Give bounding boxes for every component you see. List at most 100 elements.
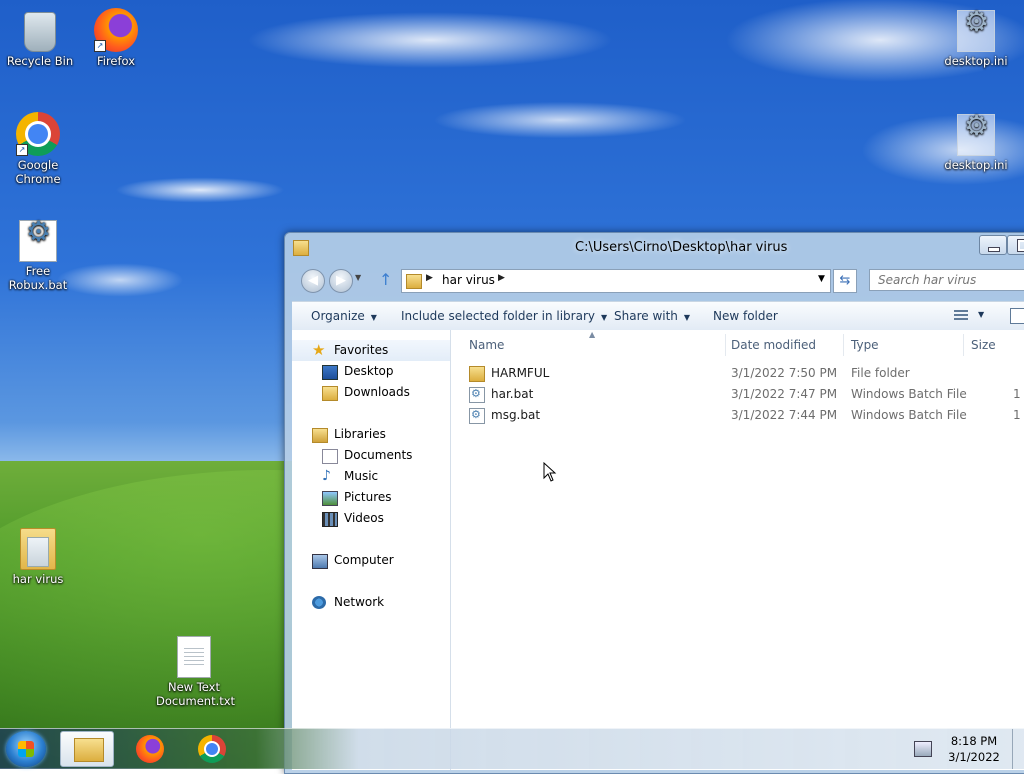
- desktop-icon-new-text-document[interactable]: New Text Document.txt: [156, 636, 235, 708]
- taskbar-explorer-button[interactable]: [60, 731, 114, 767]
- chevron-down-icon[interactable]: ▼: [978, 310, 984, 319]
- explorer-window[interactable]: C:\Users\Cirno\Desktop\har virus ◀ ▶ ▼ ↑…: [284, 232, 1024, 774]
- nav-item-libraries[interactable]: Libraries: [292, 424, 450, 445]
- text-file-icon: [177, 636, 211, 678]
- network-tray-icon[interactable]: [914, 741, 932, 757]
- desktop-icon-free-robux-bat[interactable]: Free Robux.bat: [0, 220, 76, 292]
- nav-item-desktop[interactable]: Desktop: [292, 361, 450, 382]
- back-button[interactable]: ◀: [301, 269, 325, 293]
- address-bar[interactable]: ▶ har virus ▶ ▼: [401, 269, 831, 293]
- taskbar-chrome-button[interactable]: [186, 731, 240, 767]
- file-row-har-bat[interactable]: har.bat 3/1/2022 7:47 PM Windows Batch F…: [469, 384, 1024, 404]
- nav-item-favorites[interactable]: ★ Favorites: [292, 340, 450, 361]
- taskbar-firefox-button[interactable]: [124, 731, 178, 767]
- music-icon: ♪: [322, 468, 331, 484]
- nav-item-computer[interactable]: Computer: [292, 550, 450, 571]
- chevron-down-icon: ▼: [370, 313, 377, 322]
- desktop-icon-recycle-bin[interactable]: Recycle Bin: [2, 8, 78, 68]
- show-desktop-button[interactable]: [1012, 729, 1024, 769]
- file-type: Windows Batch File: [851, 408, 967, 422]
- desktop-icon-label: desktop.ini: [944, 158, 1008, 172]
- chrome-icon: ↗: [16, 112, 60, 156]
- shortcut-arrow-icon: ↗: [94, 40, 106, 52]
- window-title: C:\Users\Cirno\Desktop\har virus: [575, 240, 788, 255]
- clock-time: 8:18 PM: [950, 734, 998, 748]
- nav-label: Videos: [344, 511, 384, 525]
- organize-button[interactable]: Organize ▼: [311, 309, 377, 323]
- column-header-date-modified[interactable]: Date modified: [731, 338, 816, 352]
- nav-item-videos[interactable]: Videos: [292, 508, 450, 529]
- nav-item-music[interactable]: ♪ Music: [292, 466, 450, 487]
- share-with-button[interactable]: Share with ▼: [614, 309, 690, 323]
- desktop-icon-label: Google Chrome: [15, 158, 61, 186]
- file-row-msg-bat[interactable]: msg.bat 3/1/2022 7:44 PM Windows Batch F…: [469, 405, 1024, 425]
- window-title-bar[interactable]: C:\Users\Cirno\Desktop\har virus: [285, 233, 1024, 263]
- desktop-icon-desktop-ini-2[interactable]: desktop.ini: [938, 114, 1014, 172]
- nav-item-network[interactable]: Network: [292, 592, 450, 613]
- settings-file-icon: [957, 114, 995, 156]
- recent-locations-button[interactable]: ▼: [355, 273, 361, 282]
- new-folder-button[interactable]: New folder: [713, 309, 778, 323]
- nav-item-pictures[interactable]: Pictures: [292, 487, 450, 508]
- nav-label: Pictures: [344, 490, 392, 504]
- column-header-name[interactable]: Name: [469, 338, 504, 352]
- computer-icon: [312, 554, 328, 569]
- column-header-type[interactable]: Type: [851, 338, 879, 352]
- share-label: Share with: [614, 309, 678, 323]
- desktop-icon-firefox[interactable]: ↗ Firefox: [78, 8, 154, 68]
- settings-file-icon: [957, 10, 995, 52]
- desktop-icon-label: Recycle Bin: [6, 54, 74, 68]
- column-divider[interactable]: [963, 334, 964, 356]
- start-button[interactable]: [6, 731, 46, 767]
- nav-item-documents[interactable]: Documents: [292, 445, 450, 466]
- desktop-icon-google-chrome[interactable]: ↗ Google Chrome: [0, 112, 76, 186]
- shortcut-arrow-icon: ↗: [16, 144, 28, 156]
- file-date: 3/1/2022 7:50 PM: [731, 366, 838, 380]
- chevron-down-icon[interactable]: ▼: [818, 274, 825, 284]
- desktop-icon-har-virus[interactable]: har virus: [0, 528, 76, 586]
- column-header-size[interactable]: Size: [971, 338, 996, 352]
- breadcrumb-separator-icon[interactable]: ▶: [498, 273, 505, 283]
- nav-label: Network: [334, 595, 385, 609]
- nav-item-downloads[interactable]: Downloads: [292, 382, 450, 403]
- nav-label: Libraries: [334, 427, 386, 441]
- address-row: ◀ ▶ ▼ ↑ ▶ har virus ▶ ▼ ⇆: [285, 267, 1024, 295]
- file-name: har.bat: [491, 387, 534, 401]
- file-name: msg.bat: [491, 408, 541, 422]
- include-in-library-button[interactable]: Include selected folder in library ▼: [401, 309, 607, 323]
- forward-button[interactable]: ▶: [329, 269, 353, 293]
- column-divider[interactable]: [725, 334, 726, 356]
- nav-label: Documents: [344, 448, 413, 462]
- system-clock[interactable]: 8:18 PM 3/1/2022: [944, 733, 1004, 765]
- breadcrumb-separator-icon[interactable]: ▶: [426, 273, 433, 283]
- desktop-icon-label: desktop.ini: [944, 54, 1008, 68]
- breadcrumb-har-virus[interactable]: har virus: [442, 273, 495, 287]
- column-divider[interactable]: [843, 334, 844, 356]
- desktop-icon-desktop-ini-1[interactable]: desktop.ini: [938, 10, 1014, 68]
- nav-label: Downloads: [344, 385, 410, 399]
- batch-file-icon: [469, 405, 485, 425]
- clock-date: 3/1/2022: [948, 750, 1000, 764]
- maximize-button[interactable]: [1007, 235, 1024, 255]
- folder-icon: [20, 528, 56, 570]
- folder-icon: [74, 738, 104, 762]
- downloads-icon: [322, 386, 338, 401]
- minimize-button[interactable]: [979, 235, 1007, 255]
- preview-pane-icon[interactable]: [1010, 308, 1024, 324]
- navigation-pane: ★ Favorites Desktop Downloads Libraries D…: [292, 330, 451, 770]
- file-date: 3/1/2022 7:47 PM: [731, 387, 838, 401]
- taskbar: 8:18 PM 3/1/2022: [0, 728, 1024, 769]
- include-label: Include selected folder in library: [401, 309, 595, 323]
- desktop-icon-label: har virus: [12, 572, 64, 586]
- file-date: 3/1/2022 7:44 PM: [731, 408, 838, 422]
- file-row-harmful[interactable]: HARMFUL 3/1/2022 7:50 PM File folder: [469, 363, 1024, 383]
- desktop-icon-label: Free Robux.bat: [8, 264, 68, 292]
- refresh-button[interactable]: ⇆: [833, 269, 857, 293]
- search-input[interactable]: [869, 269, 1024, 291]
- view-options-icon[interactable]: [954, 310, 968, 320]
- desktop-icon: [322, 365, 338, 380]
- firefox-icon: ↗: [94, 8, 138, 52]
- up-folder-button[interactable]: ↑: [379, 270, 392, 289]
- file-list-pane[interactable]: ▲ Name Date modified Type Size HARMFUL 3…: [451, 330, 1024, 770]
- file-size: 1: [1013, 387, 1021, 401]
